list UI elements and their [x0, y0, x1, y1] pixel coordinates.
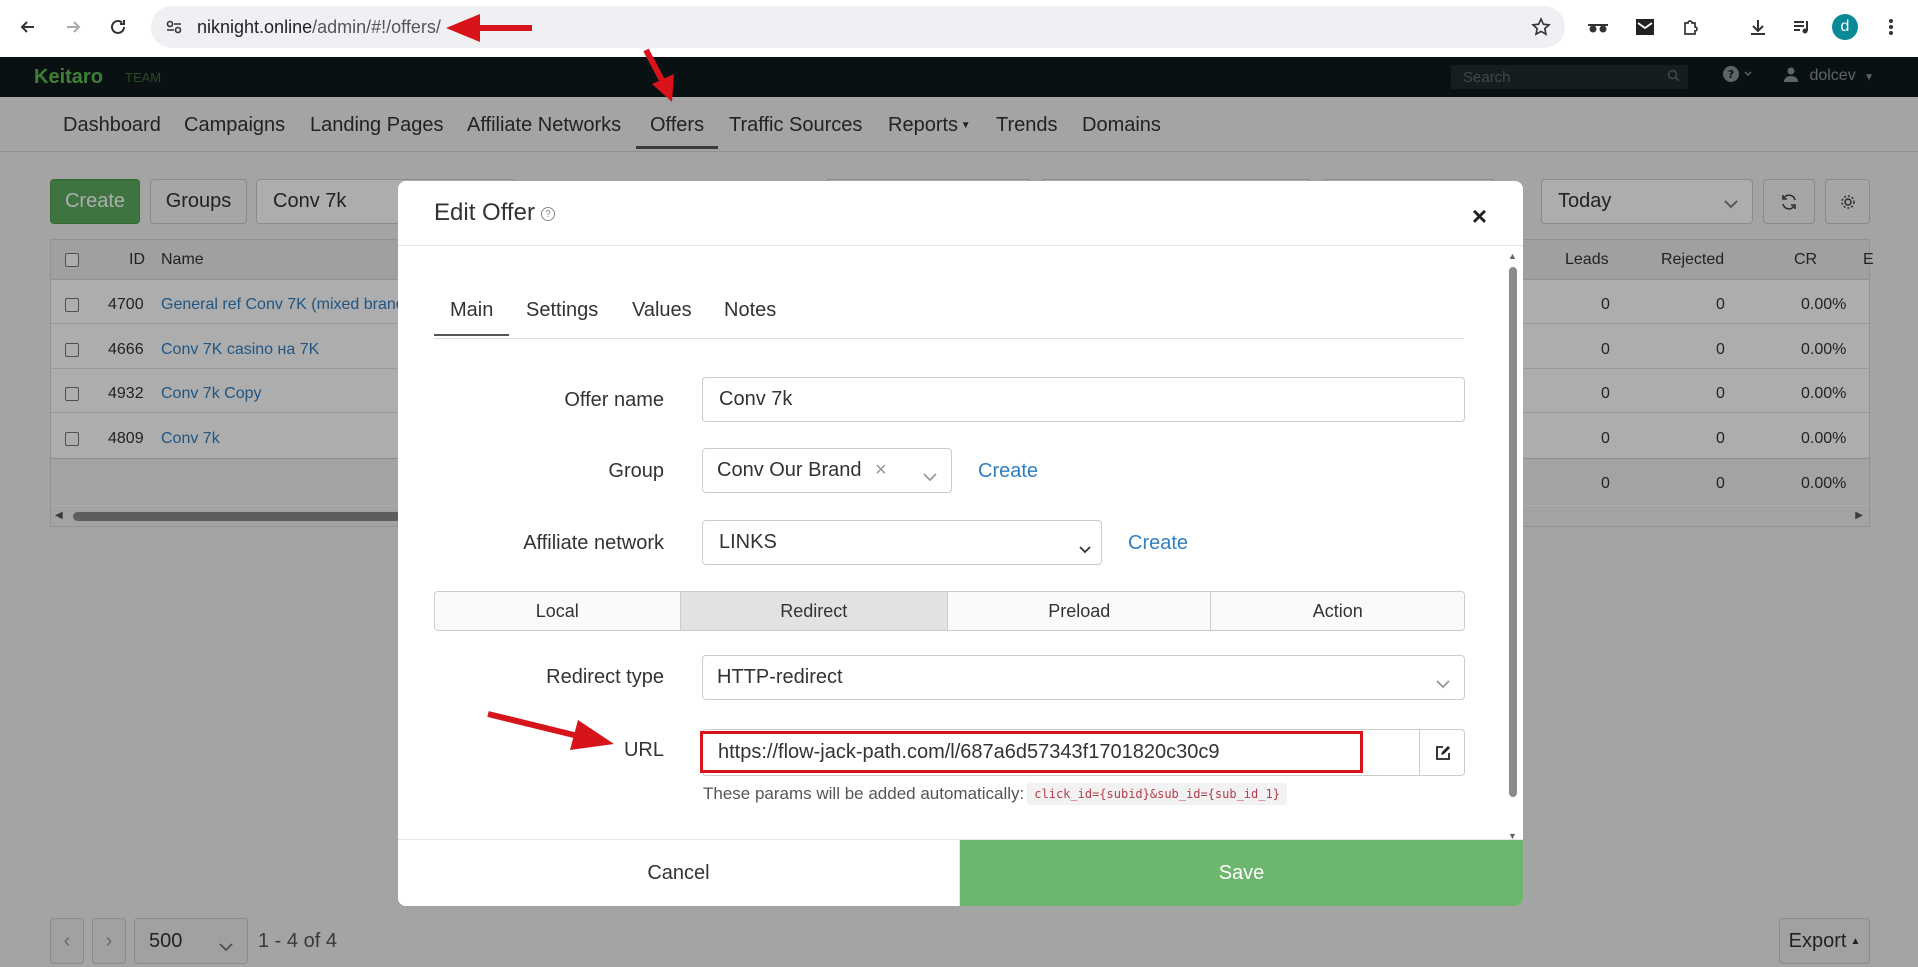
url-text: niknight.online/admin/#!/offers/ [197, 16, 441, 37]
modal-footer: Cancel Save [398, 839, 1523, 906]
chevron-down-icon [923, 465, 937, 488]
group-value: Conv Our Brand [717, 459, 862, 481]
forward-icon[interactable] [60, 14, 86, 40]
tab-notes[interactable]: Notes [724, 299, 776, 322]
affiliate-network-value: LINKS [719, 531, 777, 553]
redirect-type-value: HTTP-redirect [717, 666, 843, 688]
offer-name-input[interactable]: Conv 7k [702, 377, 1465, 422]
mode-action[interactable]: Action [1211, 592, 1464, 630]
params-hint: These params will be added automatically… [703, 783, 1287, 805]
affiliate-network-select[interactable]: LINKS [702, 520, 1102, 565]
edit-url-button[interactable] [1419, 729, 1465, 776]
help-icon[interactable]: ? [540, 206, 555, 221]
modal-header-divider [398, 245, 1523, 246]
redirect-type-select[interactable]: HTTP-redirect [702, 655, 1465, 700]
modal-tabs: Main Settings Values Notes [434, 299, 1464, 339]
annotation-arrow-address [446, 14, 532, 42]
browser-toolbar: niknight.online/admin/#!/offers/ d [0, 0, 1918, 57]
more-menu-icon[interactable] [1878, 14, 1904, 40]
tab-main[interactable]: Main [434, 299, 510, 336]
group-label: Group [608, 460, 664, 482]
redirect-type-label: Redirect type [546, 666, 664, 688]
chevron-down-icon [1436, 672, 1450, 695]
cancel-button[interactable]: Cancel [398, 840, 960, 906]
annotation-arrow-offers [643, 48, 674, 102]
annotation-arrow-url [487, 711, 614, 750]
download-icon[interactable] [1745, 14, 1771, 40]
tab-values[interactable]: Values [632, 299, 692, 322]
chevron-down-icon [1079, 537, 1091, 560]
back-icon[interactable] [15, 14, 41, 40]
modal-title-text: Edit Offer [434, 199, 535, 226]
mode-preload[interactable]: Preload [948, 592, 1212, 630]
edit-offer-modal: Edit Offer? × Main Settings Values Notes… [398, 181, 1523, 906]
close-icon[interactable]: × [1472, 201, 1487, 232]
clear-icon[interactable]: × [875, 459, 887, 482]
offer-name-label: Offer name [564, 389, 664, 411]
mail-extension-icon[interactable] [1632, 14, 1658, 40]
offer-type-segmented: Local Redirect Preload Action [434, 591, 1465, 631]
group-select[interactable]: Conv Our Brand × [702, 448, 952, 493]
scroll-up-icon[interactable]: ▲ [1508, 251, 1517, 261]
url-highlight-box [700, 731, 1363, 773]
media-queue-icon[interactable] [1789, 14, 1815, 40]
save-button[interactable]: Save [960, 840, 1523, 906]
profile-avatar[interactable]: d [1832, 14, 1858, 40]
modal-scrollbar[interactable]: ▲ ▼ [1506, 251, 1520, 841]
create-group-link[interactable]: Create [978, 460, 1038, 483]
params-hint-text: These params will be added automatically… [703, 784, 1025, 803]
affiliate-network-label: Affiliate network [523, 532, 664, 554]
bookmark-star-icon[interactable] [1531, 17, 1551, 42]
mode-redirect[interactable]: Redirect [680, 592, 948, 630]
incognito-extension-icon[interactable] [1585, 14, 1611, 40]
modal-scrollbar-thumb[interactable] [1509, 267, 1517, 797]
mode-local[interactable]: Local [435, 592, 681, 630]
reload-icon[interactable] [105, 14, 131, 40]
address-bar[interactable]: niknight.online/admin/#!/offers/ [151, 6, 1565, 48]
create-network-link[interactable]: Create [1128, 532, 1188, 555]
params-hint-code: click_id={subid}&sub_id={sub_id_1} [1027, 783, 1287, 805]
tab-settings[interactable]: Settings [526, 299, 598, 322]
site-settings-icon[interactable] [165, 18, 183, 41]
modal-title: Edit Offer? [434, 199, 555, 227]
extensions-puzzle-icon[interactable] [1678, 14, 1704, 40]
edit-icon [1435, 745, 1450, 760]
